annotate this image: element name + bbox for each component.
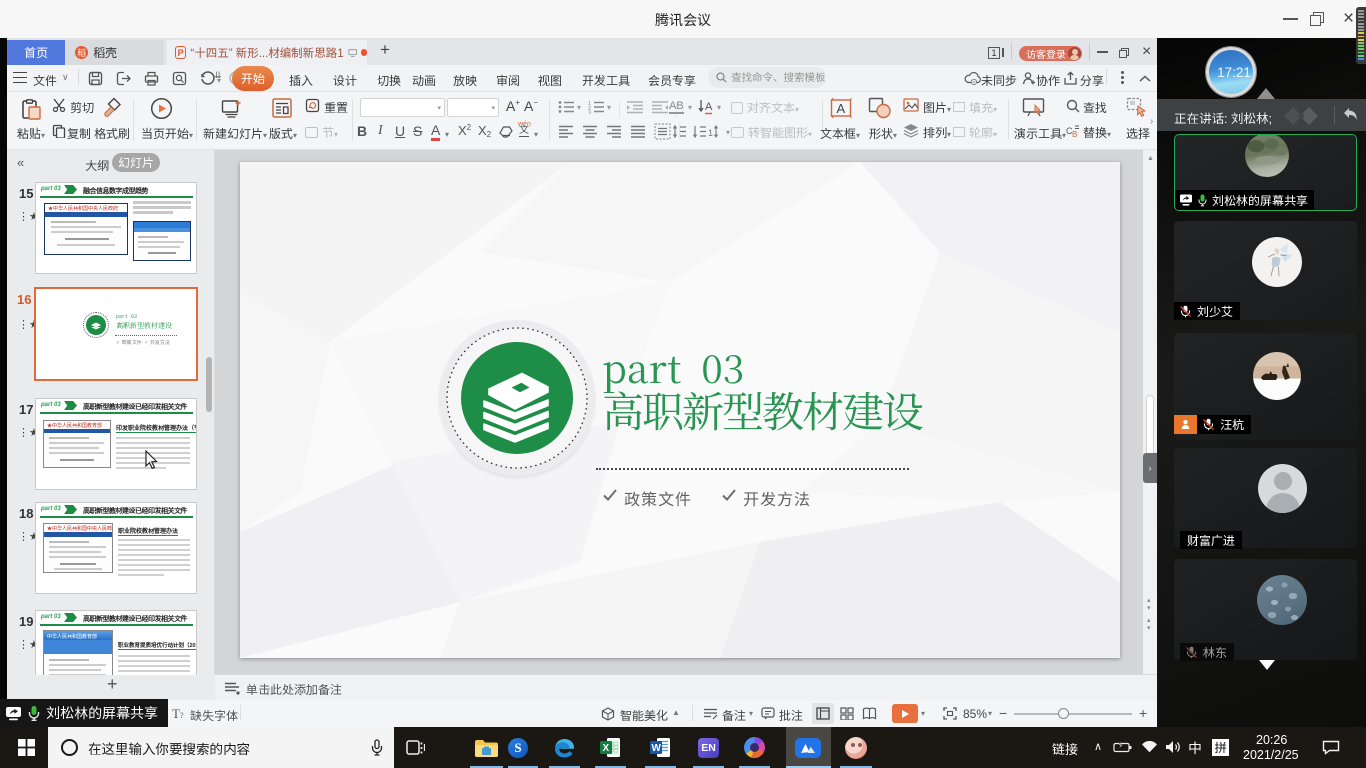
svg-text:B: B	[1072, 130, 1077, 138]
svg-text:3: 3	[588, 111, 591, 115]
svg-text:A: A	[837, 101, 846, 116]
svg-text:A: A	[705, 101, 713, 113]
svg-text:1: 1	[708, 128, 713, 138]
svg-text:W: W	[652, 743, 662, 754]
svg-text:X: X	[603, 743, 610, 754]
